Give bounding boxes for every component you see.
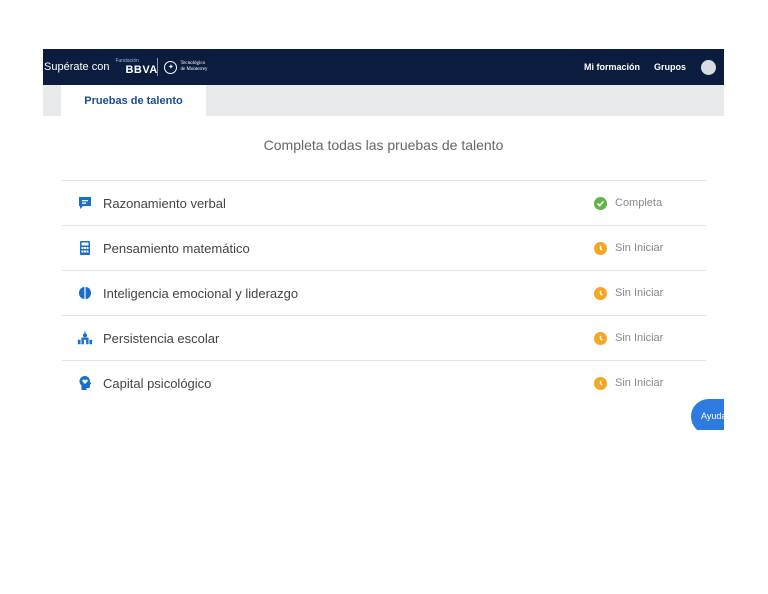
test-label: Razonamiento verbal (103, 195, 226, 211)
tec-seal-icon: ✦ (164, 60, 178, 74)
clock-icon (594, 241, 607, 255)
status-badge: Sin Iniciar (594, 376, 664, 390)
tec-line-2: de Monterrey (180, 67, 208, 72)
test-row-inteligencia-emocional[interactable]: Inteligencia emocional y liderazgo Sin I… (62, 270, 706, 315)
status-text: Sin Iniciar (615, 377, 664, 389)
nav-links: Mi formación Grupos (584, 49, 724, 85)
tab-bar: Pruebas de talento (43, 85, 724, 116)
status-badge: Completa (594, 196, 663, 210)
bbva-logo: Fundación BBVA (115, 57, 157, 77)
test-row-persistencia-escolar[interactable]: Persistencia escolar Sin Iniciar (62, 315, 706, 360)
calculator-icon (77, 240, 93, 256)
status-text: Sin Iniciar (615, 287, 664, 299)
school-icon (77, 330, 93, 346)
test-row-razonamiento-verbal[interactable]: Razonamiento verbal Completa (62, 180, 706, 225)
test-label: Inteligencia emocional y liderazgo (103, 285, 299, 301)
tab-pruebas-de-talento[interactable]: Pruebas de talento (61, 85, 206, 116)
top-navbar: Supérate con Fundación BBVA ✦ Tecnológic… (43, 49, 724, 85)
status-text: Sin Iniciar (615, 242, 664, 254)
status-badge: Sin Iniciar (594, 286, 664, 300)
test-label: Capital psicológico (103, 375, 212, 391)
tec-text: Tecnológico de Monterrey (180, 61, 207, 73)
test-label: Pensamiento matemático (103, 240, 250, 256)
bbva-word: BBVA (125, 64, 158, 76)
app-frame: Supérate con Fundación BBVA ✦ Tecnológic… (43, 49, 724, 430)
test-label: Persistencia escolar (103, 330, 220, 346)
clock-icon (594, 331, 607, 345)
clock-icon (594, 286, 607, 300)
speech-bubble-icon (77, 195, 93, 211)
brain-icon (77, 285, 93, 301)
tests-list: Razonamiento verbal Completa Pensamiento… (62, 180, 706, 405)
page-title: Completa todas las pruebas de talento (263, 137, 504, 153)
clock-icon (594, 376, 607, 390)
main-content: Completa todas las pruebas de talento Ra… (43, 116, 724, 430)
status-badge: Sin Iniciar (594, 331, 664, 345)
brand-text: Supérate con (44, 61, 110, 73)
avatar[interactable] (701, 59, 716, 75)
head-heart-icon (77, 375, 93, 391)
brand-logo[interactable]: Supérate con Fundación BBVA ✦ Tecnológic… (43, 49, 208, 85)
help-button[interactable]: Ayuda (691, 399, 724, 430)
tec-logo: ✦ Tecnológico de Monterrey (164, 60, 208, 74)
status-text: Sin Iniciar (615, 332, 664, 344)
check-circle-icon (594, 196, 607, 210)
nav-link-mi-formacion[interactable]: Mi formación (584, 62, 640, 72)
test-row-pensamiento-matematico[interactable]: Pensamiento matemático Sin Iniciar (62, 225, 706, 270)
status-text: Completa (615, 197, 663, 209)
status-badge: Sin Iniciar (594, 241, 664, 255)
test-row-capital-psicologico[interactable]: Capital psicológico Sin Iniciar (62, 360, 706, 405)
nav-link-grupos[interactable]: Grupos (654, 62, 686, 72)
